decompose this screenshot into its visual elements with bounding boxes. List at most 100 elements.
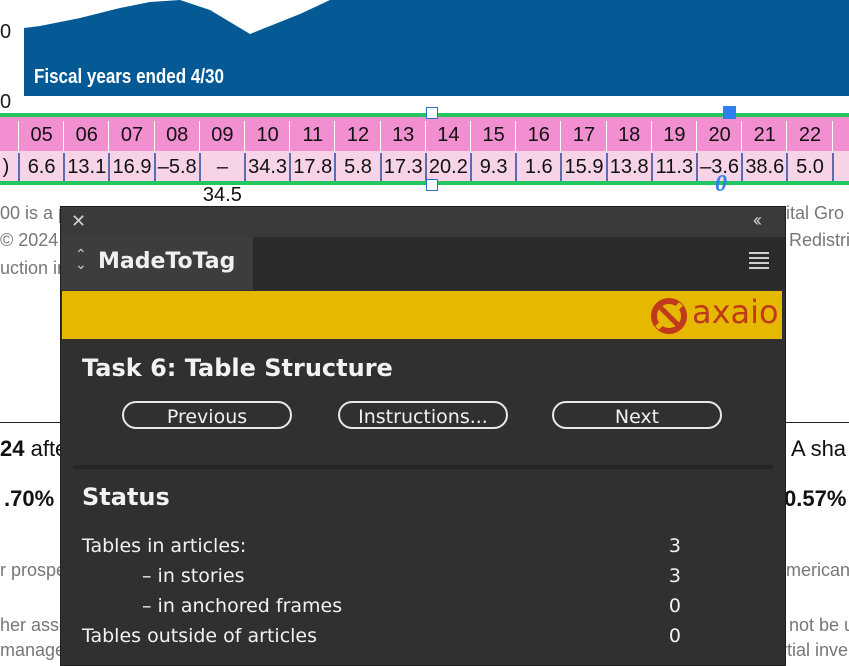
body-text: A sha [791,436,847,461]
year-header-cell[interactable]: 13 [382,121,425,151]
table-cell-divider [786,121,788,151]
body-text: rtial inve [781,640,849,660]
table-cell-divider [424,121,426,151]
table-cell-divider [379,121,381,151]
table-cell-divider [244,121,245,151]
panel-title-bar[interactable]: ✕ ‹‹ [61,207,785,237]
status-row-label: – in anchored frames [142,595,343,617]
table-cell-divider [605,121,607,151]
status-row-value: 3 [668,565,681,587]
year-header-cell[interactable]: 22 [788,121,831,151]
madetotag-panel: ✕ ‹‹ ⌃ ⌄ MadeToTag axaio Task 6: Table St… [60,206,786,666]
body-text: .70% [4,486,55,511]
axaio-logo-icon [651,298,687,334]
year-header-cell[interactable]: 16 [517,121,560,151]
footnote-text: Redistri [789,230,849,250]
close-icon[interactable]: ✕ [71,211,86,232]
year-header-cell[interactable]: 2 [834,121,849,151]
return-value-cell[interactable]: 34.3 [246,153,289,181]
return-value-cell[interactable]: 6.6 [20,153,63,181]
table-cell-divider [560,121,562,151]
return-value-cell[interactable]: 17.3 [382,153,425,181]
year-header-cell[interactable]: 15 [472,121,515,151]
year-header-cell[interactable]: 20 [698,121,741,151]
footnote-text: pital Gro [776,203,845,223]
text-cursor-icon: 0 [715,171,727,197]
body-text: manage [0,640,66,660]
tab-sort-icon: ⌃ ⌄ [75,246,87,272]
selection-handle-active[interactable] [723,106,736,119]
next-button[interactable]: Next [552,401,722,429]
year-header-cell[interactable]: 18 [608,121,651,151]
return-value-cell[interactable]: 38.6 [743,153,786,181]
selection-handle[interactable] [426,179,438,191]
panel-menu-icon[interactable] [749,252,769,269]
return-value-cell[interactable]: 2 [834,153,849,181]
body-text: merican I [786,560,849,580]
table-cell-divider [108,121,110,151]
table-cell-divider [198,121,200,151]
table-cell-divider [289,121,291,151]
status-row-value: 0 [668,595,681,617]
return-value-cell[interactable]: –34.5 [201,153,244,206]
year-header-cell[interactable]: 14 [427,121,470,151]
year-header-cell[interactable]: 06 [65,121,108,151]
year-header-cell[interactable]: 17 [562,121,605,151]
return-value-cell[interactable]: 20.2 [427,153,470,181]
table-cell-divider [153,121,155,151]
return-value-cell[interactable]: 13.1 [65,153,108,181]
year-header-cell[interactable]: 09 [201,121,244,151]
section-separator [73,465,773,469]
footnote-text: uction in [0,258,68,278]
return-value-cell[interactable]: 11.3 [653,153,696,181]
table-cell-divider [18,121,19,151]
status-row-label: Tables outside of articles [82,625,318,647]
year-header-cell[interactable]: 21 [743,121,786,151]
footnote-text: © 2024 [0,230,59,250]
body-text: not be u [789,615,849,635]
table-cell-divider [470,121,471,151]
return-value-cell[interactable]: 5.0 [788,153,831,181]
body-text: 24 afte [0,436,68,461]
row-label: ) [2,156,10,178]
return-value-cell[interactable]: 13.8 [608,153,651,181]
year-header-cell[interactable]: 12 [336,121,379,151]
return-value-cell[interactable]: 17.8 [291,153,334,181]
status-heading: Status [82,483,170,511]
tab-label: MadeToTag [98,249,236,274]
year-header-cell[interactable]: 07 [110,121,153,151]
status-row-value: 0 [668,625,681,647]
year-header-cell[interactable]: 08 [156,121,199,151]
status-row-value: 3 [668,535,681,557]
body-text: her asse [0,615,70,635]
task-title: Task 6: Table Structure [82,354,393,382]
panel-tab-bar: ⌃ ⌄ MadeToTag [61,237,785,290]
tab-madetotag[interactable]: ⌃ ⌄ MadeToTag [61,237,253,290]
body-text: 0.57% [784,486,847,511]
return-value-cell[interactable]: –5.8 [156,153,199,181]
collapse-icon[interactable]: ‹‹ [753,210,762,231]
status-row-label: Tables in articles: [82,535,247,557]
table-cell-divider [741,121,743,151]
footnote-text: 00 is a p [0,203,69,223]
return-value-cell[interactable]: 16.9 [110,153,153,181]
return-value-cell[interactable]: 15.9 [562,153,605,181]
return-value-cell[interactable]: 5.8 [336,153,379,181]
body-text: r prospe [0,560,67,580]
table-cell-divider [515,121,517,151]
previous-button[interactable]: Previous [122,401,292,429]
year-header-cell[interactable]: 05 [20,121,63,151]
year-header-cell[interactable]: 19 [653,121,696,151]
return-value-cell[interactable]: 9.3 [472,153,515,181]
year-header-cell[interactable]: 11 [291,121,334,151]
year-header-cell[interactable]: 10 [246,121,289,151]
return-value-cell[interactable]: 1.6 [517,153,560,181]
instructions-button[interactable]: Instructions... [338,401,508,429]
chart-caption: Fiscal years ended 4/30 [34,66,224,88]
table-cell-divider [63,121,65,151]
status-row-label: – in stories [142,565,245,587]
table-cell-divider [696,121,697,151]
selection-handle[interactable] [426,107,438,119]
table-cell-divider [831,121,833,151]
y-tick-label: 0 [0,21,12,43]
